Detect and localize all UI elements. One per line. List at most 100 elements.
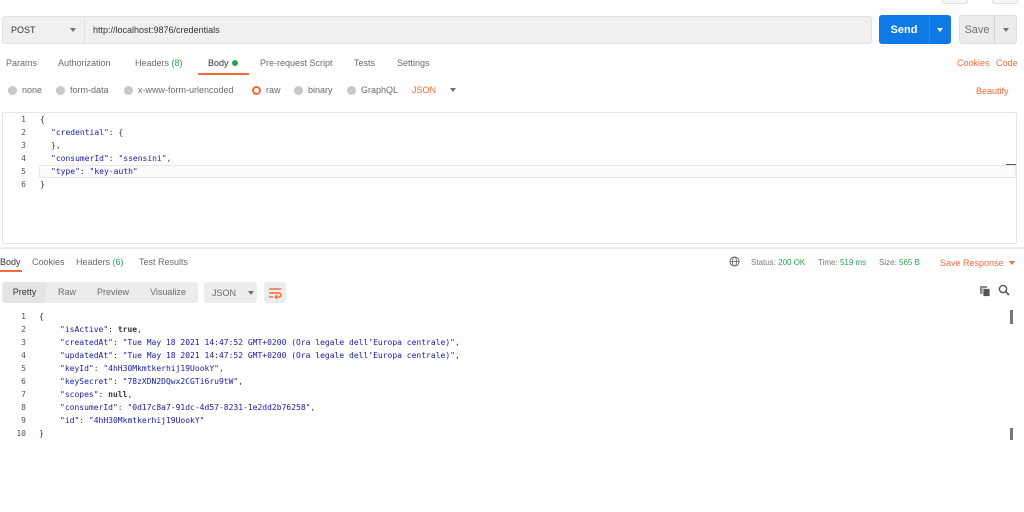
chevron-down-icon xyxy=(248,290,255,295)
chevron-down-icon xyxy=(1008,261,1015,265)
save-divider xyxy=(994,16,995,43)
tab-pre-request-script[interactable]: Pre-request Script xyxy=(260,57,333,71)
send-button[interactable]: Send xyxy=(879,15,951,44)
radio-urlencoded[interactable]: x-www-form-urlencoded xyxy=(124,85,234,95)
radio-raw[interactable]: raw xyxy=(252,85,281,95)
request-body-editor[interactable] xyxy=(2,112,1017,244)
status-label: Status: xyxy=(751,258,776,267)
save-response-button[interactable]: Save Response xyxy=(940,258,1015,268)
code-link[interactable]: Code xyxy=(996,58,1018,68)
json-value: null xyxy=(108,390,128,399)
json-key: "scopes" xyxy=(60,390,99,399)
globe-icon[interactable] xyxy=(729,256,740,267)
line-number: 9 xyxy=(21,416,26,425)
tab-body[interactable]: Body xyxy=(208,57,238,71)
json-key: "id" xyxy=(60,416,80,425)
json-value: "4hH30Mkmtkerhij19UookY" xyxy=(88,416,205,425)
save-button[interactable]: Save xyxy=(959,15,1017,44)
search-icon[interactable] xyxy=(998,284,1010,296)
json-punct: : xyxy=(79,167,90,176)
size-meta: Size: 565 B xyxy=(879,258,920,267)
json-key: "type" xyxy=(51,167,80,176)
url-text: http://localhost:9876/credentials xyxy=(93,25,220,35)
code-line-4: "consumerId": "ssensini", xyxy=(51,154,171,163)
status-meta: Status: 200 OK xyxy=(751,258,805,267)
send-divider xyxy=(929,15,930,44)
code-line-1: { xyxy=(40,115,45,124)
send-label: Send xyxy=(890,23,918,36)
json-key: "createdAt" xyxy=(60,338,113,347)
wrap-lines-icon xyxy=(269,287,282,299)
tab-body-label: Body xyxy=(208,58,229,68)
code-line-6: } xyxy=(40,180,45,189)
tab-tests[interactable]: Tests xyxy=(354,57,375,71)
top-button-right[interactable] xyxy=(992,0,1018,4)
tab-authorization-label: Authorization xyxy=(58,58,111,68)
json-value: true xyxy=(117,325,138,334)
scrollbar-thumb[interactable] xyxy=(1010,310,1013,324)
resp-line-9: "id": "4hH30Mkmtkerhij19UookY" xyxy=(60,416,205,425)
json-key: "consumerId" xyxy=(60,403,118,412)
view-pretty-button[interactable]: Pretty xyxy=(3,282,46,303)
view-visualize-button[interactable]: Visualize xyxy=(144,282,192,303)
save-response-label: Save Response xyxy=(940,258,1004,268)
code-line-3: }, xyxy=(51,141,61,150)
line-number: 8 xyxy=(21,403,26,412)
time-value: 519 ms xyxy=(839,258,867,267)
tab-settings[interactable]: Settings xyxy=(397,57,430,71)
resp-line-7: "scopes": null, xyxy=(60,390,133,399)
radio-icon xyxy=(56,85,65,95)
radio-form-data[interactable]: form-data xyxy=(56,85,109,95)
resp-tab-body[interactable]: Body xyxy=(0,257,21,267)
top-strip xyxy=(0,0,1024,14)
save-label: Save xyxy=(964,23,990,36)
resp-line-8: "consumerId": "0d17c8a7-91dc-4d57-8231-1… xyxy=(60,403,316,412)
line-number: 10 xyxy=(16,429,26,438)
json-punct: : xyxy=(108,154,119,163)
method-select[interactable]: POST xyxy=(2,16,84,44)
resp-line-6: "keySecret": "78zXDN2DQwx2CGTi6ru9tW", xyxy=(60,377,244,386)
scrollbar-thumb[interactable] xyxy=(1010,428,1013,440)
chevron-down-icon[interactable] xyxy=(937,27,943,32)
json-value: "78zXDN2DQwx2CGTi6ru9tW" xyxy=(122,377,239,386)
tab-params[interactable]: Params xyxy=(6,57,37,71)
radio-none[interactable]: none xyxy=(8,85,42,95)
json-key: "keySecret" xyxy=(60,377,113,386)
resp-tab-headers[interactable]: Headers (6) xyxy=(76,257,124,267)
size-value: 565 B xyxy=(899,258,920,267)
line-number: 7 xyxy=(21,390,26,399)
line-number: 4 xyxy=(21,154,26,163)
url-input[interactable]: http://localhost:9876/credentials xyxy=(84,16,872,44)
time-meta: Time: 519 ms xyxy=(818,258,866,267)
tab-authorization[interactable]: Authorization xyxy=(58,57,111,71)
radio-graphql[interactable]: GraphQL xyxy=(347,85,398,95)
cookies-link[interactable]: Cookies xyxy=(957,58,990,68)
pane-resize-handle[interactable] xyxy=(0,247,1024,249)
body-format-label: JSON xyxy=(412,85,437,95)
body-format-select[interactable]: JSON xyxy=(412,85,457,95)
active-line-highlight xyxy=(39,165,1016,178)
active-tab-indicator xyxy=(0,270,22,272)
radio-graphql-label: GraphQL xyxy=(361,85,399,95)
radio-icon xyxy=(8,85,17,95)
copy-icon[interactable] xyxy=(979,285,991,297)
resp-line-5: "keyId": "4hH30Mkmtkerhij19UookY", xyxy=(60,364,224,373)
view-preview-button[interactable]: Preview xyxy=(90,282,136,303)
tab-headers[interactable]: Headers (8) xyxy=(135,57,183,71)
wrap-lines-button[interactable] xyxy=(264,282,286,303)
resp-tab-test-results[interactable]: Test Results xyxy=(139,257,188,267)
code-line-5: "type": "key-auth" xyxy=(51,167,138,176)
tab-pre-request-label: Pre-request Script xyxy=(260,58,333,68)
response-format-select[interactable]: JSON xyxy=(204,282,257,303)
resp-tab-cookies[interactable]: Cookies xyxy=(32,257,65,267)
view-raw-button[interactable]: Raw xyxy=(50,282,84,303)
line-number: 1 xyxy=(21,115,26,124)
radio-binary[interactable]: binary xyxy=(294,85,333,95)
resp-line-1: { xyxy=(39,312,44,321)
beautify-link[interactable]: Beautify xyxy=(976,86,1009,96)
response-format-label: JSON xyxy=(212,287,237,298)
size-label: Size: xyxy=(879,258,897,267)
line-number: 2 xyxy=(21,325,26,334)
chevron-down-icon[interactable] xyxy=(1003,27,1009,32)
top-button-left[interactable] xyxy=(942,0,968,4)
